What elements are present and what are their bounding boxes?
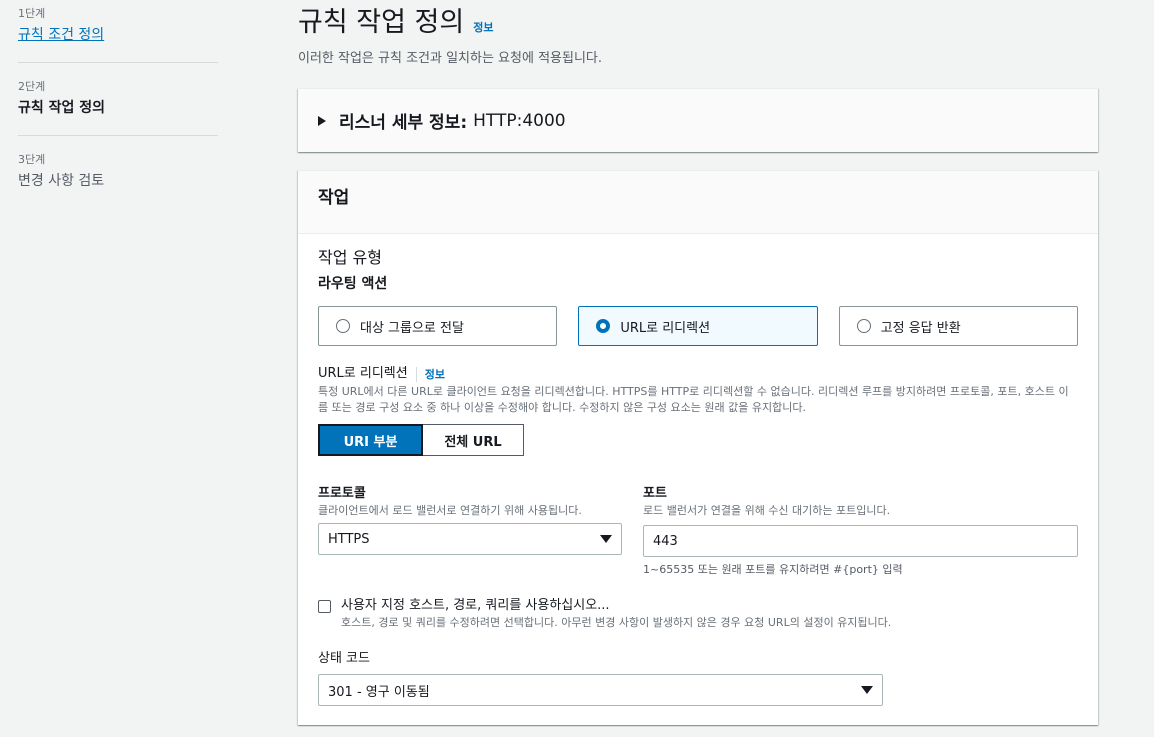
radio-checked-icon[interactable] xyxy=(596,319,611,333)
page-description: 이러한 작업은 규칙 조건과 일치하는 요청에 적용됩니다. xyxy=(298,51,603,66)
redirect-label: URL로 리디렉션 xyxy=(318,366,408,381)
port-input[interactable]: 443 xyxy=(643,525,1078,557)
port-label: 포트 xyxy=(643,486,667,501)
protocol-field: 프로토콜 클라이언트에서 로드 밸런서로 연결하기 위해 사용됩니다. HTTP… xyxy=(318,485,622,577)
listener-details-label: 리스너 세부 정보: xyxy=(339,113,468,133)
step-review-changes: 변경 사항 검토 xyxy=(18,173,105,189)
custom-options-label[interactable]: 사용자 지정 호스트, 경로, 쿼리를 사용하십시오... xyxy=(341,597,891,615)
radio-unchecked-icon[interactable] xyxy=(856,319,871,333)
segment-uri-parts[interactable]: URI 부분 xyxy=(318,424,423,456)
status-code-field: 상태 코드 301 - 영구 이동됨 xyxy=(318,650,883,706)
status-code-select[interactable]: 301 - 영구 이동됨 xyxy=(318,674,883,706)
tile-label: 대상 그룹으로 전달 xyxy=(360,320,464,336)
redirect-description: 특정 URL에서 다른 URL로 클라이언트 요청을 리디렉션합니다. HTTP… xyxy=(318,385,1069,414)
action-heading: 작업 xyxy=(318,188,350,208)
protocol-label: 프로토콜 xyxy=(318,486,366,501)
step-number: 3단계 xyxy=(18,153,46,166)
custom-host-path-query-option: 사용자 지정 호스트, 경로, 쿼리를 사용하십시오... 호스트, 경로 및 … xyxy=(318,597,891,631)
custom-options-text: 사용자 지정 호스트, 경로, 쿼리를 사용하십시오... 호스트, 경로 및 … xyxy=(341,597,891,631)
step-link-define-conditions[interactable]: 규칙 조건 정의 xyxy=(18,24,218,46)
info-link[interactable]: 정보 xyxy=(473,19,493,35)
wizard-steps: 1단계 규칙 조건 정의 2단계 규칙 작업 정의 3단계 변경 사항 검토 xyxy=(18,6,218,224)
port-value: 443 xyxy=(653,533,678,549)
caret-right-icon xyxy=(318,115,326,126)
step-number: 2단계 xyxy=(18,80,46,93)
listener-details-expander[interactable]: 리스너 세부 정보: HTTP:4000 xyxy=(298,88,1098,152)
routing-action-tiles: 대상 그룹으로 전달 URL로 리디렉션 고정 응답 반환 xyxy=(318,306,1078,346)
step-3: 3단계 변경 사항 검토 xyxy=(18,152,218,208)
page-title: 규칙 작업 정의 xyxy=(298,7,465,38)
tile-return-fixed-response[interactable]: 고정 응답 반환 xyxy=(838,306,1078,346)
step-1: 1단계 규칙 조건 정의 xyxy=(18,6,218,63)
routing-action-label: 라우팅 액션 xyxy=(318,276,388,292)
radio-unchecked-icon[interactable] xyxy=(336,319,350,333)
action-type-label: 작업 유형 xyxy=(318,248,382,267)
action-panel: 작업 작업 유형 라우팅 액션 대상 그룹으로 전달 URL로 리디렉션 고정 … xyxy=(298,170,1098,725)
protocol-value: HTTPS xyxy=(328,531,370,547)
tile-label: URL로 리디렉션 xyxy=(620,320,711,336)
redirect-info-link[interactable]: 정보 xyxy=(425,366,445,382)
action-panel-header: 작업 xyxy=(298,171,1098,234)
custom-options-description: 호스트, 경로 및 쿼리를 수정하려면 선택합니다. 아무런 변경 사항이 발생… xyxy=(341,616,892,629)
step-number: 1단계 xyxy=(18,7,46,20)
redirect-mode-segmented-control: URI 부분 전체 URL xyxy=(318,424,1078,456)
status-code-value: 301 - 영구 이동됨 xyxy=(328,684,430,700)
protocol-description: 클라이언트에서 로드 밸런서로 연결하기 위해 사용됩니다. xyxy=(318,504,582,517)
page-header: 규칙 작업 정의 정보 이러한 작업은 규칙 조건과 일치하는 요청에 적용됩니… xyxy=(298,4,602,66)
tile-redirect-to-url[interactable]: URL로 리디렉션 xyxy=(578,306,818,346)
redirect-label-row: URL로 리디렉션 정보 xyxy=(318,365,1078,383)
port-field: 포트 로드 밸런서가 연결을 위해 수신 대기하는 포트입니다. 443 1~6… xyxy=(643,485,1078,577)
tile-label: 고정 응답 반환 xyxy=(880,320,961,336)
page-title-row: 규칙 작업 정의 정보 xyxy=(298,4,602,42)
caret-down-icon xyxy=(861,686,873,694)
listener-details-value: HTTP:4000 xyxy=(473,110,566,131)
status-code-label: 상태 코드 xyxy=(318,651,370,666)
tile-forward-to-target-group[interactable]: 대상 그룹으로 전달 xyxy=(318,306,558,346)
custom-options-checkbox[interactable] xyxy=(318,600,331,613)
step-current-define-actions: 규칙 작업 정의 xyxy=(18,100,106,116)
protocol-select[interactable]: HTTPS xyxy=(318,523,622,555)
segment-full-url[interactable]: 전체 URL xyxy=(423,424,524,456)
port-description: 로드 밸런서가 연결을 위해 수신 대기하는 포트입니다. xyxy=(643,504,891,517)
port-hint: 1~65535 또는 원래 포트를 유지하려면 #{port} 입력 xyxy=(643,563,903,576)
step-2: 2단계 규칙 작업 정의 xyxy=(18,79,218,136)
protocol-port-row: 프로토콜 클라이언트에서 로드 밸런서로 연결하기 위해 사용됩니다. HTTP… xyxy=(318,485,1078,577)
divider xyxy=(415,366,417,382)
action-body: 작업 유형 라우팅 액션 대상 그룹으로 전달 URL로 리디렉션 고정 응답 … xyxy=(318,247,1078,456)
caret-down-icon xyxy=(600,535,612,543)
